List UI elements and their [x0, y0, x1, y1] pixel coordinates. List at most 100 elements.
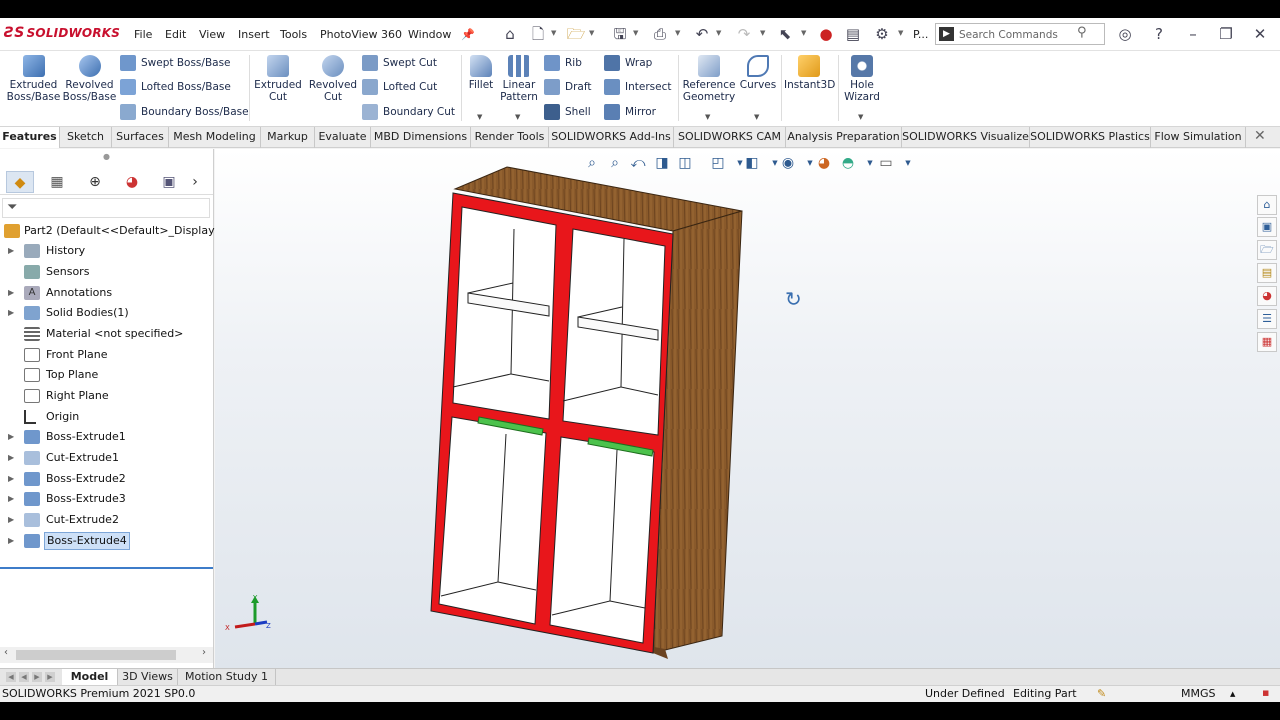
last-tab-icon[interactable]: ▶: [45, 672, 55, 682]
file-properties-icon[interactable]: ▤: [843, 24, 863, 44]
rib-button[interactable]: Rib: [544, 54, 582, 72]
restore-icon[interactable]: ❐: [1216, 24, 1236, 44]
horizontal-scrollbar[interactable]: ‹ ›: [0, 647, 213, 663]
select-cursor-icon[interactable]: ⬉: [775, 24, 795, 44]
configuration-manager-icon[interactable]: ⊕: [81, 171, 109, 193]
expand-icon[interactable]: ▶: [8, 241, 14, 261]
swept-cut-button[interactable]: Swept Cut: [362, 54, 437, 72]
tab-model[interactable]: Model: [62, 669, 118, 685]
chevron-right-icon[interactable]: ›: [188, 171, 202, 193]
chevron-down-icon[interactable]: ▼: [716, 29, 721, 37]
tab-render-tools[interactable]: Render Tools: [471, 127, 549, 148]
expand-icon[interactable]: ▶: [8, 427, 14, 447]
menu-file[interactable]: File: [134, 28, 152, 41]
fillet-button[interactable]: Fillet: [464, 55, 498, 91]
chevron-down-icon[interactable]: ▼: [633, 29, 638, 37]
intersect-button[interactable]: Intersect: [604, 78, 671, 96]
revolved-boss-button[interactable]: Revolved Boss/Base: [62, 55, 117, 103]
tree-item-solid-bodies[interactable]: ▶ Solid Bodies(1): [0, 303, 213, 323]
instant3d-button[interactable]: Instant3D: [784, 55, 835, 91]
chevron-down-icon[interactable]: ▼: [858, 113, 863, 121]
custom-properties-icon[interactable]: ☰: [1257, 309, 1277, 329]
tab-solidworks-cam[interactable]: SOLIDWORKS CAM: [674, 127, 786, 148]
tree-item-boss-extrude1[interactable]: ▶ Boss-Extrude1: [0, 427, 213, 447]
property-manager-icon[interactable]: ▦: [43, 171, 71, 193]
expand-icon[interactable]: ▶: [8, 448, 14, 468]
home-icon[interactable]: ⌂: [500, 24, 520, 44]
scrollbar-thumb[interactable]: [16, 650, 176, 660]
expand-icon[interactable]: ▶: [8, 283, 14, 303]
tree-item-cut-extrude2[interactable]: ▶ Cut-Extrude2: [0, 510, 213, 530]
chevron-right-icon[interactable]: ›: [202, 647, 206, 658]
rollback-bar[interactable]: [0, 567, 213, 569]
menu-overflow[interactable]: P...: [913, 28, 928, 41]
tab-features[interactable]: Features: [0, 127, 60, 148]
chevron-down-icon[interactable]: ▼: [589, 29, 594, 37]
chevron-down-icon[interactable]: ▼: [898, 29, 903, 37]
save-icon[interactable]: 🖫: [610, 24, 630, 44]
tree-item-annotations[interactable]: ▶ A Annotations: [0, 283, 213, 303]
wrap-button[interactable]: Wrap: [604, 54, 652, 72]
close-icon[interactable]: ✕: [1250, 24, 1270, 44]
search-commands[interactable]: ▶ Search Commands ⚲: [935, 23, 1105, 45]
tab-motion-study[interactable]: Motion Study 1: [178, 669, 276, 685]
chevron-down-icon[interactable]: ▼: [515, 113, 520, 121]
chevron-left-icon[interactable]: ‹: [4, 647, 8, 658]
menu-insert[interactable]: Insert: [238, 28, 270, 41]
lofted-cut-button[interactable]: Lofted Cut: [362, 78, 437, 96]
tab-mesh-modeling[interactable]: Mesh Modeling: [169, 127, 261, 148]
tab-markup[interactable]: Markup: [261, 127, 315, 148]
curves-button[interactable]: Curves: [739, 55, 777, 91]
chevron-down-icon[interactable]: ▼: [477, 113, 482, 121]
expand-icon[interactable]: ▶: [8, 303, 14, 323]
tree-item-cut-extrude1[interactable]: ▶ Cut-Extrude1: [0, 448, 213, 468]
extruded-boss-button[interactable]: Extruded Boss/Base: [6, 55, 61, 103]
tree-item-boss-extrude3[interactable]: ▶ Boss-Extrude3: [0, 489, 213, 509]
pin-icon[interactable]: 📌: [461, 28, 475, 41]
expand-icon[interactable]: ▶: [8, 510, 14, 530]
lofted-boss-button[interactable]: Lofted Boss/Base: [120, 78, 231, 96]
menu-tools[interactable]: Tools: [280, 28, 307, 41]
help-icon[interactable]: ?: [1149, 24, 1169, 44]
chevron-down-icon[interactable]: ▼: [551, 29, 556, 37]
dimxpert-icon[interactable]: ▣: [155, 171, 183, 193]
tree-item-boss-extrude4[interactable]: ▶ Boss-Extrude4: [0, 531, 213, 551]
tab-evaluate[interactable]: Evaluate: [315, 127, 371, 148]
account-icon[interactable]: ◎: [1115, 24, 1135, 44]
reference-geometry-button[interactable]: Reference Geometry: [682, 55, 736, 103]
boundary-cut-button[interactable]: Boundary Cut: [362, 103, 455, 121]
expand-icon[interactable]: ▶: [8, 489, 14, 509]
tab-solidworks-plastics[interactable]: SOLIDWORKS Plastics: [1030, 127, 1151, 148]
minimize-icon[interactable]: –: [1183, 24, 1203, 44]
first-tab-icon[interactable]: ◀: [6, 672, 16, 682]
hole-wizard-button[interactable]: Hole Wizard: [840, 55, 884, 103]
design-library-icon[interactable]: ▣: [1257, 217, 1277, 237]
open-folder-icon[interactable]: 🗁: [566, 24, 586, 44]
notifications-icon[interactable]: ▪: [1262, 686, 1269, 699]
display-manager-icon[interactable]: ◕: [118, 171, 146, 193]
prev-tab-icon[interactable]: ◀: [19, 672, 29, 682]
mirror-button[interactable]: Mirror: [604, 103, 656, 121]
linear-pattern-button[interactable]: Linear Pattern: [499, 55, 539, 103]
chevron-down-icon[interactable]: ▼: [675, 29, 680, 37]
chevron-down-icon[interactable]: ▼: [760, 29, 765, 37]
tree-item-origin[interactable]: Origin: [0, 407, 213, 427]
tree-item-front-plane[interactable]: Front Plane: [0, 345, 213, 365]
panel-handle-icon[interactable]: ●: [103, 152, 110, 161]
view-palette-icon[interactable]: ▤: [1257, 263, 1277, 283]
rebuild-icon[interactable]: ●: [816, 24, 836, 44]
tab-flow-simulation[interactable]: Flow Simulation: [1151, 127, 1246, 148]
chevron-down-icon[interactable]: ▼: [754, 113, 759, 121]
menu-edit[interactable]: Edit: [165, 28, 186, 41]
rebuild-status-icon[interactable]: ✎: [1097, 687, 1106, 700]
redo-icon[interactable]: ↷: [734, 24, 754, 44]
search-icon[interactable]: ⚲: [1077, 25, 1087, 40]
tab-analysis-preparation[interactable]: Analysis Preparation: [786, 127, 902, 148]
chevron-up-icon[interactable]: ▲: [1230, 690, 1235, 698]
units-selector[interactable]: MMGS: [1181, 687, 1216, 700]
extruded-cut-button[interactable]: Extruded Cut: [253, 55, 303, 103]
tab-surfaces[interactable]: Surfaces: [112, 127, 169, 148]
chevron-down-icon[interactable]: ▼: [705, 113, 710, 121]
undo-icon[interactable]: ↶: [692, 24, 712, 44]
menu-view[interactable]: View: [199, 28, 225, 41]
